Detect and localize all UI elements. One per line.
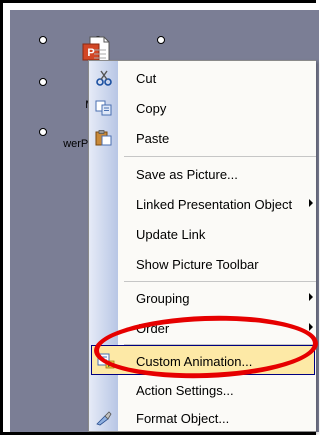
menu-item-label: Save as Picture... bbox=[136, 167, 238, 182]
selection-handle[interactable] bbox=[39, 36, 47, 44]
submenu-arrow-icon bbox=[309, 293, 313, 301]
menu-item-show-picture-toolbar[interactable]: Show Picture Toolbar bbox=[89, 249, 317, 279]
menu-item-label: Linked Presentation Object bbox=[136, 197, 293, 212]
menu-item-label: Format Object... bbox=[136, 411, 230, 426]
menu-separator bbox=[124, 156, 316, 157]
menu-item-paste[interactable]: Paste bbox=[89, 123, 317, 153]
submenu-arrow-icon bbox=[309, 199, 313, 207]
menu-item-copy[interactable]: Copy bbox=[89, 93, 317, 123]
submenu-arrow-icon bbox=[309, 323, 313, 331]
format-object-icon bbox=[96, 411, 112, 426]
menu-item-grouping[interactable]: Grouping bbox=[89, 283, 317, 313]
copy-icon bbox=[95, 100, 112, 116]
scissors-icon bbox=[96, 70, 112, 86]
svg-text:P: P bbox=[87, 47, 94, 59]
menu-item-label: Show Picture Toolbar bbox=[136, 257, 259, 272]
clipboard-paste-icon bbox=[95, 130, 112, 146]
menu-item-cut[interactable]: Cut bbox=[89, 63, 317, 93]
selection-handle[interactable] bbox=[157, 36, 165, 44]
menu-item-label: Action Settings... bbox=[136, 383, 234, 398]
menu-item-label: Grouping bbox=[136, 291, 190, 306]
menu-item-update-link[interactable]: Update Link bbox=[89, 219, 317, 249]
menu-item-save-as-picture[interactable]: Save as Picture... bbox=[89, 159, 317, 189]
menu-item-format-object[interactable]: Format Object... bbox=[89, 403, 317, 433]
menu-item-label: Update Link bbox=[136, 227, 206, 242]
menu-item-label: Copy bbox=[136, 101, 167, 116]
menu-item-action-settings[interactable]: Action Settings... bbox=[89, 375, 317, 405]
menu-item-label: Cut bbox=[136, 71, 157, 86]
menu-item-linked-presentation-object[interactable]: Linked Presentation Object bbox=[89, 189, 317, 219]
menu-separator bbox=[124, 281, 316, 282]
menu-item-label: Paste bbox=[136, 131, 170, 146]
